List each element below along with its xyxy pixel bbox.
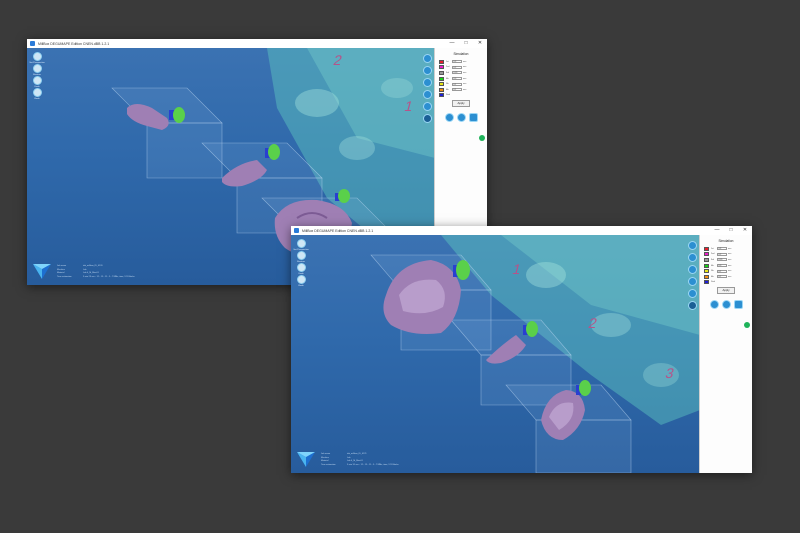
tool-undo[interactable]: Undo — [30, 76, 44, 88]
color-swatch[interactable] — [704, 274, 709, 279]
panel-title: Simulation — [453, 52, 469, 56]
offset-input[interactable]: 0.0 — [717, 264, 727, 268]
undo-icon — [32, 76, 42, 85]
sim-row: Disk — [439, 93, 487, 99]
color-swatch[interactable] — [704, 263, 709, 268]
window-title: MillBox DEGUMAPE Edition CNEN.dBB 1.2.1 — [38, 41, 110, 46]
tool-set-perspective[interactable]: Set Perspective — [293, 239, 309, 251]
sim-row: Disk — [704, 280, 752, 286]
apply-button[interactable]: Apply — [452, 100, 470, 108]
color-swatch[interactable] — [704, 269, 709, 274]
view-buttons — [688, 241, 697, 310]
logo-icon — [297, 452, 315, 467]
layers-icon — [296, 251, 306, 260]
job-info: Job name tab_millbox_ID_4120 Machine Lab M… — [57, 265, 135, 278]
minimize-button[interactable]: — — [445, 39, 459, 48]
simulate-start-button[interactable] — [709, 300, 719, 310]
offset-input[interactable]: 0.1 — [717, 275, 727, 279]
simulate-step-button[interactable] — [456, 113, 466, 123]
redo-icon — [32, 88, 42, 97]
layers-icon — [32, 64, 42, 73]
view-iso-button[interactable] — [423, 90, 432, 99]
view-top-button[interactable] — [423, 66, 432, 75]
offset-input[interactable]: 0.05 — [717, 258, 727, 262]
color-swatch[interactable] — [439, 87, 444, 92]
color-swatch[interactable] — [439, 76, 444, 81]
compass-icon — [32, 52, 42, 61]
tool-redo[interactable]: Redo — [294, 275, 308, 287]
color-swatch[interactable] — [439, 59, 444, 64]
app-window-front: MillBox DEGUMAPE Edition CNEN.dBB 1.2.1 … — [291, 226, 752, 473]
color-swatch[interactable] — [439, 82, 444, 87]
tool-undo[interactable]: Undo — [294, 263, 308, 275]
3d-viewport[interactable]: 1 2 3 Set Perspective Restore Undo Redo — [291, 235, 700, 473]
color-swatch[interactable] — [439, 65, 444, 70]
close-button[interactable]: ✕ — [738, 226, 752, 235]
view-top-button[interactable] — [688, 253, 697, 262]
offset-input[interactable]: 0.1 — [452, 88, 462, 92]
view-side-button[interactable] — [688, 265, 697, 274]
close-button[interactable]: ✕ — [473, 39, 487, 48]
color-swatch[interactable] — [704, 280, 709, 285]
view-reset-button[interactable] — [423, 114, 432, 123]
compass-icon — [296, 239, 306, 248]
offset-input[interactable]: 0.3 — [717, 247, 727, 251]
simulation-scene — [370, 235, 700, 473]
maximize-button[interactable]: □ — [724, 226, 738, 235]
simulation-controls — [435, 113, 487, 123]
status-ok-icon — [744, 322, 750, 328]
simulation-controls — [700, 300, 752, 310]
view-iso-button[interactable] — [688, 277, 697, 286]
view-reset-button[interactable] — [688, 301, 697, 310]
tool-redo[interactable]: Redo — [30, 88, 44, 100]
tool-restore[interactable]: Restore — [30, 64, 44, 76]
simulation-panel: Simulation 1st 0.3 mm 2nd 0.2 mm 3rd 0.05 mm 4… — [699, 235, 752, 473]
redo-icon — [296, 275, 306, 284]
view-buttons — [423, 54, 432, 123]
color-swatch[interactable] — [704, 257, 709, 262]
panel-title: Simulation — [718, 239, 734, 243]
offset-input[interactable]: 0.1 — [717, 269, 727, 273]
view-side-button[interactable] — [423, 78, 432, 87]
offset-input[interactable]: 0.0 — [452, 77, 462, 81]
view-rotate-button[interactable] — [688, 289, 697, 298]
view-front-button[interactable] — [688, 241, 697, 250]
color-swatch[interactable] — [704, 246, 709, 251]
app-icon — [294, 228, 299, 233]
maximize-button[interactable]: □ — [459, 39, 473, 48]
simulate-step-button[interactable] — [721, 300, 731, 310]
undo-icon — [296, 263, 306, 272]
view-rotate-button[interactable] — [423, 102, 432, 111]
logo-icon — [33, 264, 51, 279]
status-ok-icon — [479, 135, 485, 141]
minimize-button[interactable]: — — [710, 226, 724, 235]
color-swatch[interactable] — [704, 252, 709, 257]
offset-input[interactable]: 0.2 — [452, 65, 462, 69]
tool-restore[interactable]: Restore — [294, 251, 308, 263]
job-info: Job name tab_millbox_ID_4121 Machine Lab M… — [321, 453, 399, 466]
offset-input[interactable]: 0.2 — [717, 252, 727, 256]
window-title: MillBox DEGUMAPE Edition CNEN.dBB 1.2.1 — [302, 228, 374, 233]
offset-input[interactable]: 0.1 — [452, 82, 462, 86]
app-icon — [30, 41, 35, 46]
offset-input[interactable]: 0.05 — [452, 71, 462, 75]
offset-input[interactable]: 0.3 — [452, 60, 462, 64]
tool-set-perspective[interactable]: Set Perspective — [29, 52, 45, 64]
simulate-tool-button[interactable] — [468, 113, 478, 123]
color-swatch[interactable] — [439, 93, 444, 98]
view-front-button[interactable] — [423, 54, 432, 63]
color-swatch[interactable] — [439, 70, 444, 75]
simulate-start-button[interactable] — [444, 113, 454, 123]
apply-button[interactable]: Apply — [717, 287, 735, 295]
simulate-tool-button[interactable] — [733, 300, 743, 310]
